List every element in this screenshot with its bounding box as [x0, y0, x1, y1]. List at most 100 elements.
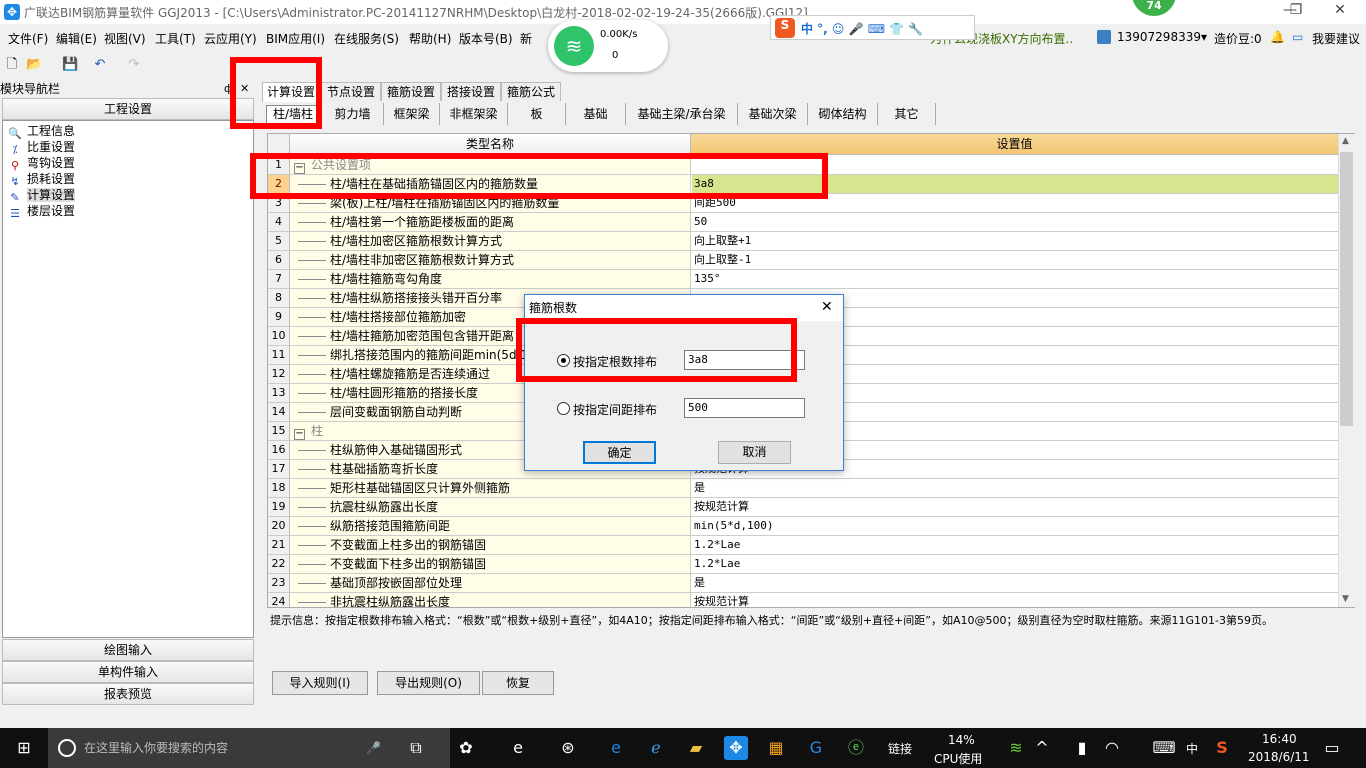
ie-gray-icon[interactable]: e: [506, 736, 530, 760]
ime-mode-icon[interactable]: 中 °, ☺ 🎤 ⌨ 👕 🔧: [801, 20, 923, 37]
notification-icon[interactable]: ▭: [1320, 736, 1344, 760]
notes-app-icon[interactable]: ▦: [764, 736, 788, 760]
setting-value[interactable]: 向上取整-1: [692, 251, 1338, 269]
wifi-tray-icon[interactable]: ≋: [1004, 736, 1028, 760]
table-row[interactable]: 3 梁(板)上柱/墙柱在插筋锚固区内的箍筋数量 间距500: [268, 194, 1338, 213]
table-row[interactable]: 7 柱/墙柱箍筋弯勾角度 135°: [268, 270, 1338, 289]
menu-online[interactable]: 在线服务(S): [334, 30, 399, 47]
table-row[interactable]: 5 柱/墙柱加密区箍筋根数计算方式 向上取整+1: [268, 232, 1338, 251]
save-icon[interactable]: 💾: [62, 57, 78, 73]
drawing-input-button[interactable]: 绘图输入: [2, 639, 254, 661]
count-input[interactable]: 3a8: [684, 350, 805, 370]
table-row[interactable]: 24 非抗震柱纵筋露出长度 按规范计算: [268, 593, 1338, 607]
setting-value[interactable]: 3a8: [692, 175, 1338, 193]
edge-icon[interactable]: e: [604, 736, 628, 760]
radio-by-spacing[interactable]: [557, 402, 570, 415]
link-label[interactable]: 链接: [888, 740, 912, 757]
user-account[interactable]: 13907298339: [1117, 30, 1201, 44]
project-settings-button[interactable]: 工程设置: [2, 98, 254, 120]
scroll-down-icon[interactable]: ▼: [1342, 594, 1349, 604]
tab-stirrup-settings[interactable]: 箍筋设置: [381, 82, 441, 101]
cancel-button[interactable]: 取消: [718, 441, 791, 464]
tab-lap-settings[interactable]: 搭接设置: [441, 82, 501, 101]
sogou-icon[interactable]: S: [775, 18, 795, 38]
ie-icon[interactable]: ℯ: [644, 736, 668, 760]
import-rules-button[interactable]: 导入规则(I): [272, 671, 368, 695]
setting-value[interactable]: min(5*d,100): [692, 517, 1338, 535]
restore-button[interactable]: 恢复: [482, 671, 554, 695]
sogou-tray-icon[interactable]: S: [1210, 736, 1234, 760]
windows-start-icon[interactable]: ⊞: [12, 736, 36, 760]
menu-edit[interactable]: 编辑(E): [56, 30, 97, 47]
table-row[interactable]: 4 柱/墙柱第一个箍筋距楼板面的距离 50: [268, 213, 1338, 232]
nav-item-hook[interactable]: ⚲ 弯钩设置: [7, 155, 75, 172]
fan-app-icon[interactable]: ✿: [454, 736, 478, 760]
tab-node-settings[interactable]: 节点设置: [321, 82, 381, 101]
subtab-nonframe-beam[interactable]: 非框架梁: [440, 103, 508, 125]
subtab-foundation[interactable]: 基础: [566, 103, 626, 125]
table-row[interactable]: 19 抗震柱纵筋露出长度 按规范计算: [268, 498, 1338, 517]
close-panel-icon[interactable]: ✕: [240, 82, 249, 95]
setting-value[interactable]: 按规范计算: [692, 593, 1338, 607]
tab-stirrup-formula[interactable]: 箍筋公式: [501, 82, 561, 101]
tab-calc-settings[interactable]: 计算设置: [262, 82, 320, 102]
table-row[interactable]: 23 基础顶部按嵌固部位处理 是: [268, 574, 1338, 593]
subtab-shear-wall[interactable]: 剪力墙: [322, 103, 384, 125]
component-input-button[interactable]: 单构件输入: [2, 661, 254, 683]
ime-indicator[interactable]: 中: [1186, 740, 1198, 757]
table-row[interactable]: 20 纵筋搭接范围箍筋间距 min(5*d,100): [268, 517, 1338, 536]
dialog-close-icon[interactable]: ✕: [821, 299, 833, 315]
setting-value[interactable]: 按规范计算: [692, 498, 1338, 516]
subtab-frame-beam[interactable]: 框架梁: [384, 103, 440, 125]
subtab-foundation-beam[interactable]: 基础主梁/承台梁: [626, 103, 738, 125]
setting-value[interactable]: 向上取整+1: [692, 232, 1338, 250]
battery-icon[interactable]: ▮: [1070, 736, 1094, 760]
subtab-column[interactable]: 柱/墙柱: [266, 105, 320, 124]
ok-button[interactable]: 确定: [583, 441, 656, 464]
green-browser-icon[interactable]: ⓔ: [844, 736, 868, 760]
radio-by-count-label[interactable]: 按指定根数排布: [573, 353, 657, 370]
setting-value[interactable]: 135°: [692, 270, 1338, 288]
taskbar-search[interactable]: 在这里输入你要搜索的内容 🎤: [48, 728, 450, 768]
table-row[interactable]: 21 不变截面上柱多出的钢筋锚固 1.2*Lae: [268, 536, 1338, 555]
menu-cloud[interactable]: 云应用(Y): [204, 30, 257, 47]
g-app-icon[interactable]: G: [804, 736, 828, 760]
collapse-icon[interactable]: −: [294, 163, 305, 174]
suggest-link[interactable]: 我要建议: [1312, 30, 1360, 47]
browser-icon[interactable]: ⊛: [556, 736, 580, 760]
menu-file[interactable]: 文件(F): [8, 30, 48, 47]
new-file-icon[interactable]: 🗋: [4, 57, 20, 73]
glodon-app-icon[interactable]: ✥: [724, 736, 748, 760]
menu-bim[interactable]: BIM应用(I): [266, 30, 325, 47]
scrollbar-thumb[interactable]: [1340, 152, 1353, 426]
collapse-icon[interactable]: −: [294, 429, 305, 440]
setting-value[interactable]: [692, 156, 1338, 174]
keyboard-icon[interactable]: ⌨: [1152, 736, 1176, 760]
clock-time[interactable]: 16:40: [1262, 732, 1297, 746]
pin-icon[interactable]: ф: [224, 82, 233, 95]
menu-new[interactable]: 新: [520, 30, 532, 47]
task-view-icon[interactable]: ⧉: [404, 736, 428, 760]
export-rules-button[interactable]: 导出规则(O): [377, 671, 480, 695]
table-row[interactable]: 6 柱/墙柱非加密区箍筋根数计算方式 向上取整-1: [268, 251, 1338, 270]
redo-icon[interactable]: ↷: [126, 57, 142, 73]
setting-value[interactable]: 1.2*Lae: [692, 555, 1338, 573]
table-row[interactable]: 18 矩形柱基础锚固区只计算外侧箍筋 是: [268, 479, 1338, 498]
menu-help[interactable]: 帮助(H): [409, 30, 451, 47]
nav-item-project-info[interactable]: 🔍 工程信息: [7, 123, 75, 140]
table-row[interactable]: 22 不变截面下柱多出的钢筋锚固 1.2*Lae: [268, 555, 1338, 574]
undo-icon[interactable]: ↶: [92, 57, 108, 73]
scroll-up-icon[interactable]: ▲: [1342, 136, 1349, 146]
menu-version[interactable]: 版本号(B): [459, 30, 513, 47]
spacing-input[interactable]: 500: [684, 398, 805, 418]
microphone-icon[interactable]: 🎤: [366, 728, 381, 768]
subtab-masonry[interactable]: 砌体结构: [808, 103, 878, 125]
nav-item-calc[interactable]: ✎ 计算设置: [7, 187, 76, 204]
setting-value[interactable]: 是: [692, 479, 1338, 497]
close-button[interactable]: ✕: [1320, 2, 1360, 22]
nav-item-floor[interactable]: ☰ 楼层设置: [7, 203, 75, 220]
radio-by-count[interactable]: [557, 354, 570, 367]
setting-value[interactable]: 间距500: [692, 194, 1338, 212]
subtab-other[interactable]: 其它: [878, 103, 936, 125]
setting-value[interactable]: 50: [692, 213, 1338, 231]
